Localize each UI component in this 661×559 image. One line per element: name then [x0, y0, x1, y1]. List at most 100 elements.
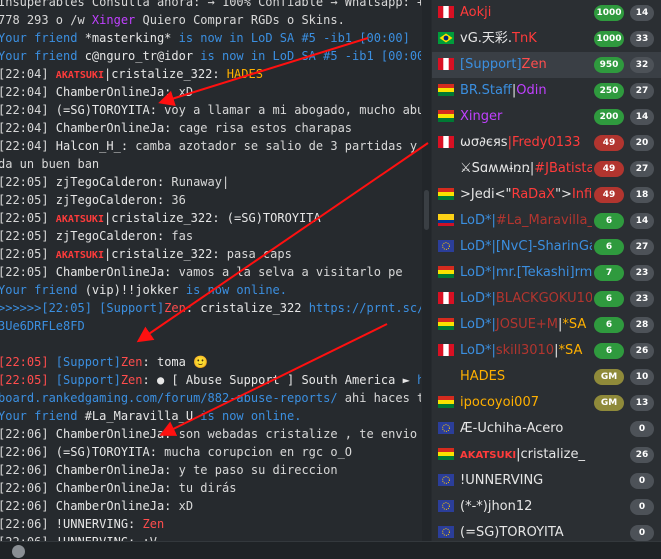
count-badge: 27 — [630, 239, 654, 255]
user-name-part: LoD*| — [460, 213, 496, 228]
no-flag-icon — [438, 370, 454, 382]
chat-segment: Your friend — [0, 31, 85, 45]
rank-badge: 6 — [594, 213, 624, 229]
chat-segment: [22:05] — [0, 193, 56, 207]
user-name: >Jedi<"RaDaX">Infin — [460, 182, 592, 208]
user-list-row[interactable]: LoD*|JOSUE+M|*SA 6 28 — [432, 312, 661, 338]
user-list-row[interactable]: LoD*|[NvC]-SharinGa 6 27 — [432, 234, 661, 260]
chat-segment: |cristalize_322: — [103, 211, 227, 225]
count-badge: 0 — [630, 525, 654, 541]
chat-scrollbar-thumb[interactable] — [424, 190, 429, 230]
status-icon — [12, 545, 25, 558]
user-name: [Support]Zen — [460, 52, 592, 78]
chat-line: [22:04] (=SG)TOROYITA: voy a llamar a mi… — [0, 101, 421, 119]
user-name: (=SG)TOROYITA — [460, 520, 592, 541]
user-list-row[interactable]: vG.天彩.TnK 1000 33 — [432, 26, 661, 52]
chat-line: [22:05] ChamberOnlineJa: vamos a la selv… — [0, 263, 421, 281]
rank-badge: 6 — [594, 317, 624, 333]
chat-segment: mucha corupcion en rgc o_O — [164, 445, 353, 459]
user-list-row[interactable]: BR.Staff|Odin 250 27 — [432, 78, 661, 104]
chat-segment: [22:05] — [0, 247, 56, 261]
peru-flag-icon — [438, 344, 454, 356]
user-list-row[interactable]: >Jedi<"RaDaX">Infin49 18 — [432, 182, 661, 208]
chat-segment: |cristalize_322: — [103, 247, 227, 261]
chat-segment[interactable]: https://prnt.sc/ — [309, 301, 421, 315]
user-list-row[interactable]: LoD*|mr.[Tekashi]rm 7 23 — [432, 260, 661, 286]
chat-segment: [22:06] — [0, 499, 56, 513]
chat-scrollbar[interactable] — [422, 0, 431, 541]
user-list-row[interactable]: HADES GM 10 — [432, 364, 661, 390]
user-list-row[interactable]: Æ-Uchiha-Acero 0 — [432, 416, 661, 442]
user-name-part: [Support] — [460, 57, 522, 72]
chat-line: 3Ue6DRFLe8FD — [0, 317, 421, 335]
count-badge: 33 — [630, 31, 654, 47]
user-list-row[interactable]: Aokji 1000 14 — [432, 0, 661, 26]
channel-user-list[interactable]: Aokji 1000 14 vG.天彩.TnK 1000 33 [Support]Zen 95… — [432, 0, 661, 541]
chat-line: [22:04] AKATSUKI|cristalize_322: HADES — [0, 65, 421, 83]
user-list-row[interactable]: LoD*|BLACKGOKU10|6 23 — [432, 286, 661, 312]
rank-badge: 250 — [594, 83, 624, 99]
user-name-part: "> — [555, 187, 572, 202]
user-list-row[interactable]: LoD*|#La_Maravilla_U6 14 — [432, 208, 661, 234]
chat-segment: HADES — [226, 67, 263, 81]
user-name: ѡσ∂єяѕ|Fredy0133 — [460, 130, 592, 156]
user-list-row[interactable]: ipocoyoi007 GM 13 — [432, 390, 661, 416]
count-badge: 27 — [630, 161, 654, 177]
count-badge: 32 — [630, 57, 654, 73]
user-name: LoD*|skill3010|*SA — [460, 338, 592, 364]
chat-segment: [22:06] — [0, 445, 56, 459]
user-list-row[interactable]: LoD*|skill3010|*SA 6 26 — [432, 338, 661, 364]
rank-badge: GM — [594, 369, 624, 385]
user-list-row[interactable]: ѡσ∂єяѕ|Fredy0133 49 20 — [432, 130, 661, 156]
user-list-row[interactable]: ⚔Sɑʍʍɨռռ|#JBatistal⚔49 27 — [432, 156, 661, 182]
count-badge: 14 — [630, 5, 654, 21]
chat-segment[interactable]: 3Ue6DRFLe8FD — [0, 319, 85, 333]
chat-log[interactable]: Insuperables Consulta ahora: → 100% Conf… — [0, 0, 421, 541]
user-name-part: Infin — [571, 187, 592, 202]
chat-line: da un buen ban — [0, 155, 421, 173]
user-name-part: JOSUE+M — [495, 317, 559, 332]
chat-line: Your friend (vip)!!jokker is now online. — [0, 281, 421, 299]
chat-segment: ChamberOnlineJa: — [55, 463, 179, 477]
user-name: ipocoyoi007 — [460, 390, 592, 416]
user-name-part: |Fredy0133 — [507, 135, 581, 150]
user-name: ⚔Sɑʍʍɨռռ|#JBatistal⚔ — [460, 156, 592, 182]
rank-badge: 49 — [594, 135, 624, 151]
chat-segment: [Support] — [55, 355, 121, 369]
user-name-part: ⚔Sɑʍʍɨռռ| — [460, 161, 535, 176]
chat-segment: [22:06] — [0, 463, 56, 477]
chat-segment[interactable]: https:// — [417, 373, 421, 387]
peru-flag-icon — [438, 136, 454, 148]
eu-flag-icon — [438, 422, 454, 434]
bolivia-flag-icon — [438, 266, 454, 278]
user-list-row[interactable]: (*-*)jhon12 0 — [432, 494, 661, 520]
user-name: LoD*|mr.[Tekashi]rm — [460, 260, 592, 286]
chat-segment: Zen — [142, 517, 165, 531]
rank-badge: 200 — [594, 109, 624, 125]
user-name-part: RaDaX — [511, 187, 556, 202]
eu-flag-icon — [438, 474, 454, 486]
chat-line: [22:05] zjTegoCalderon: fas — [0, 227, 421, 245]
user-name-part: skill3010 — [495, 343, 555, 358]
count-badge: 0 — [630, 499, 654, 515]
user-list-row[interactable]: (=SG)TOROYITA 0 — [432, 520, 661, 541]
chat-line: Your friend c@nguro_tr@idor is now in Lo… — [0, 47, 421, 65]
user-name-part: LoD*| — [460, 239, 496, 254]
count-badge: 20 — [630, 135, 654, 151]
chat-segment: Quiero Comprar RGDs o Skins. — [135, 13, 345, 27]
count-badge: 27 — [630, 83, 654, 99]
chat-line — [0, 335, 421, 353]
chat-segment: Xinger — [91, 13, 136, 27]
eu-flag-icon — [438, 500, 454, 512]
chat-segment: 36 — [171, 193, 186, 207]
chat-segment: son webadas cristalize , te envio mi pay… — [178, 427, 418, 441]
user-name-part: *SA — [558, 343, 583, 358]
user-list-row[interactable]: [Support]Zen 950 32 — [432, 52, 661, 78]
user-list-row[interactable]: AKATSUKI|cristalize_ 26 — [432, 442, 661, 468]
user-list-row[interactable]: Xinger 200 14 — [432, 104, 661, 130]
user-list-row[interactable]: !UNNERVING 0 — [432, 468, 661, 494]
user-name: BR.Staff|Odin — [460, 78, 592, 104]
chat-line: [22:05] AKATSUKI|cristalize_322: (=SG)TO… — [0, 209, 421, 227]
chat-segment: : ● [ Abuse Support ] South America ► — [142, 373, 418, 387]
chat-segment[interactable]: board.rankedgaming.com/forum/882-abuse-r… — [0, 391, 338, 405]
